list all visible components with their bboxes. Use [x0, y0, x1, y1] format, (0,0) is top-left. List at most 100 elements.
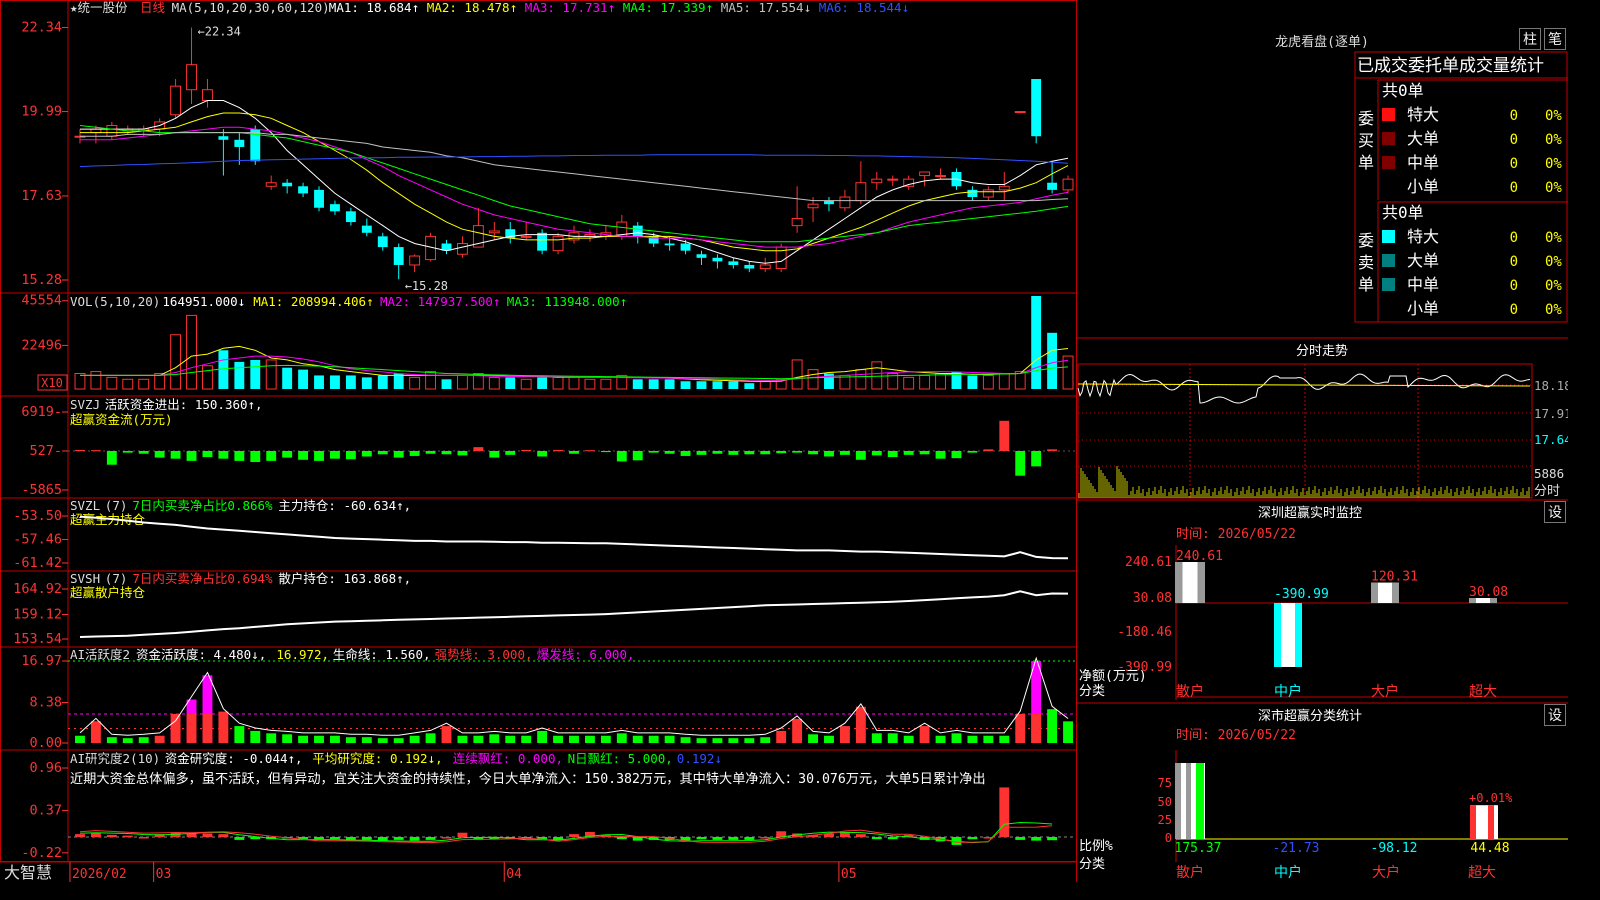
- research-bar: [569, 834, 579, 838]
- fund-flow-bar: [632, 451, 643, 461]
- intraday-title: 分时走势: [1296, 343, 1348, 359]
- activity-bar: [776, 730, 787, 743]
- monitor-value-label: 120.31: [1371, 570, 1418, 585]
- research-bar: [1047, 837, 1058, 841]
- longhu-row-pct: 0%: [1545, 278, 1562, 294]
- fund-flow-bar: [425, 451, 436, 454]
- fund-flow-bar: [839, 451, 850, 455]
- monitor-xlabel: 分类: [1079, 684, 1105, 699]
- fund-flow-bar: [600, 451, 611, 453]
- stats-cat: 散户: [1176, 864, 1204, 881]
- fund-flow-bar: [871, 451, 882, 456]
- activity-bar: [664, 735, 675, 743]
- longhu-row-count: 0: [1510, 230, 1518, 246]
- fund-flow-bar: [951, 451, 962, 459]
- activity-bar: [122, 738, 133, 743]
- activity-bar: [744, 738, 755, 743]
- volume-bar: [982, 374, 994, 390]
- activity-bar: [521, 735, 532, 743]
- svzl-legend-3: 主力持仓: -60.634↑,: [278, 498, 411, 513]
- activity-bar: [600, 735, 611, 743]
- fund-flow-bar: [967, 451, 978, 453]
- ai2-legend-1: 资金研究度: -0.044↑,: [165, 751, 303, 766]
- activity-bar: [218, 711, 229, 743]
- monitor-ytick: 240.61: [1125, 555, 1172, 570]
- kline-legend-4: MA2: 18.478↑: [427, 0, 517, 15]
- candle-body: [265, 182, 277, 187]
- research-bar: [234, 837, 245, 840]
- activity-bar: [1047, 709, 1058, 743]
- research-bar: [1015, 837, 1026, 840]
- stats-settings-button[interactable]: 设: [1544, 704, 1566, 726]
- monitor-ytick: 30.08: [1133, 591, 1172, 606]
- main-chart-area[interactable]: ★统一股份 日线 MA(5,10,20,30,60,120) MA1: 18.684↑…: [0, 0, 1568, 882]
- fund-flow-bar: [314, 451, 324, 461]
- fund-flow-bar: [441, 451, 452, 455]
- volume-bar: [361, 377, 372, 389]
- ai2-legend-2: 平均研究度: 0.192↓,: [312, 751, 442, 766]
- stats-value-label: -98.12: [1371, 841, 1418, 856]
- volume-bar: [505, 377, 516, 389]
- volume-bar: [138, 378, 150, 390]
- monitor-cat: 超大: [1469, 684, 1497, 700]
- fund-flow-bar: [1015, 451, 1026, 476]
- longhu-row-pct: 0%: [1545, 254, 1562, 270]
- activity-bar: [489, 734, 500, 743]
- ai1-legend-1: 资金活跃度: 4.480↓,: [136, 647, 266, 662]
- stats-bar-shade: [1470, 805, 1476, 839]
- bar-mode-button[interactable]: 柱: [1519, 28, 1541, 50]
- longhu-row-pct: 0%: [1545, 132, 1562, 148]
- svzl-legend-2: 7日内买卖净占比0.866%: [132, 498, 273, 513]
- kline-y-tick: 22.34: [21, 20, 62, 36]
- monitor-bar-shade: [1371, 582, 1378, 603]
- svzl-line: [79, 515, 1069, 560]
- ai1-legend-2: 16.972,: [276, 647, 329, 662]
- research-bar: [728, 837, 739, 840]
- longhu-row-label: 特大: [1407, 105, 1439, 124]
- fund-flow-bar: [393, 451, 404, 458]
- candle-body: [393, 247, 404, 265]
- fund-flow-bar: [855, 451, 866, 460]
- svsh-y-tick: 164.92: [13, 581, 62, 597]
- volume-bar: [791, 359, 803, 390]
- intraday-ytick: 5886: [1534, 466, 1564, 481]
- candle-body: [632, 225, 643, 237]
- fund-flow-bar: [744, 451, 755, 455]
- candle-body: [712, 257, 723, 262]
- candle-body: [186, 64, 197, 91]
- activity-bar: [361, 737, 372, 743]
- research-bar: [218, 834, 229, 838]
- volume-bar: [728, 381, 739, 389]
- longhu-row-pct: 0%: [1545, 156, 1562, 172]
- ai1-legend-4: 强势线: 3.000,: [435, 647, 533, 662]
- longhu-row-label: 大单: [1407, 129, 1439, 148]
- fund-flow-bar: [505, 451, 516, 455]
- fund-flow-bar: [457, 451, 468, 456]
- volume-bar: [520, 378, 532, 390]
- candle-body: [202, 89, 213, 101]
- fund-flow-bar: [919, 451, 930, 455]
- stats-cat: 超大: [1468, 865, 1496, 881]
- longhu-row-label: 中单: [1407, 153, 1439, 172]
- candle-body: [234, 139, 245, 147]
- research-bar: [425, 837, 436, 840]
- research-bar: [393, 837, 404, 840]
- candle-body: [696, 254, 707, 258]
- monitor-settings-button[interactable]: 设: [1544, 501, 1566, 523]
- activity-bar: [648, 735, 659, 743]
- activity-bar: [138, 737, 149, 743]
- fund-flow-bar: [377, 451, 388, 455]
- research-bar: [616, 837, 627, 840]
- activity-bar: [632, 735, 643, 743]
- longhu-row-count: 0: [1510, 156, 1518, 172]
- svzl-legend-1: (7): [105, 498, 128, 513]
- activity-bar: [250, 730, 261, 743]
- volume-bar: [600, 378, 612, 390]
- kline-legend-8: MA6: 18.544↓: [819, 0, 909, 15]
- ai1-legend-3: 生命线: 1.560,: [333, 647, 431, 662]
- intraday-unit: 分时: [1534, 484, 1560, 499]
- svzj-legend-0: SVZJ: [70, 397, 100, 412]
- tick-mode-button[interactable]: 笔: [1544, 28, 1566, 50]
- kline-legend-3: MA1: 18.684↑: [329, 0, 419, 15]
- candle-body: [744, 264, 755, 269]
